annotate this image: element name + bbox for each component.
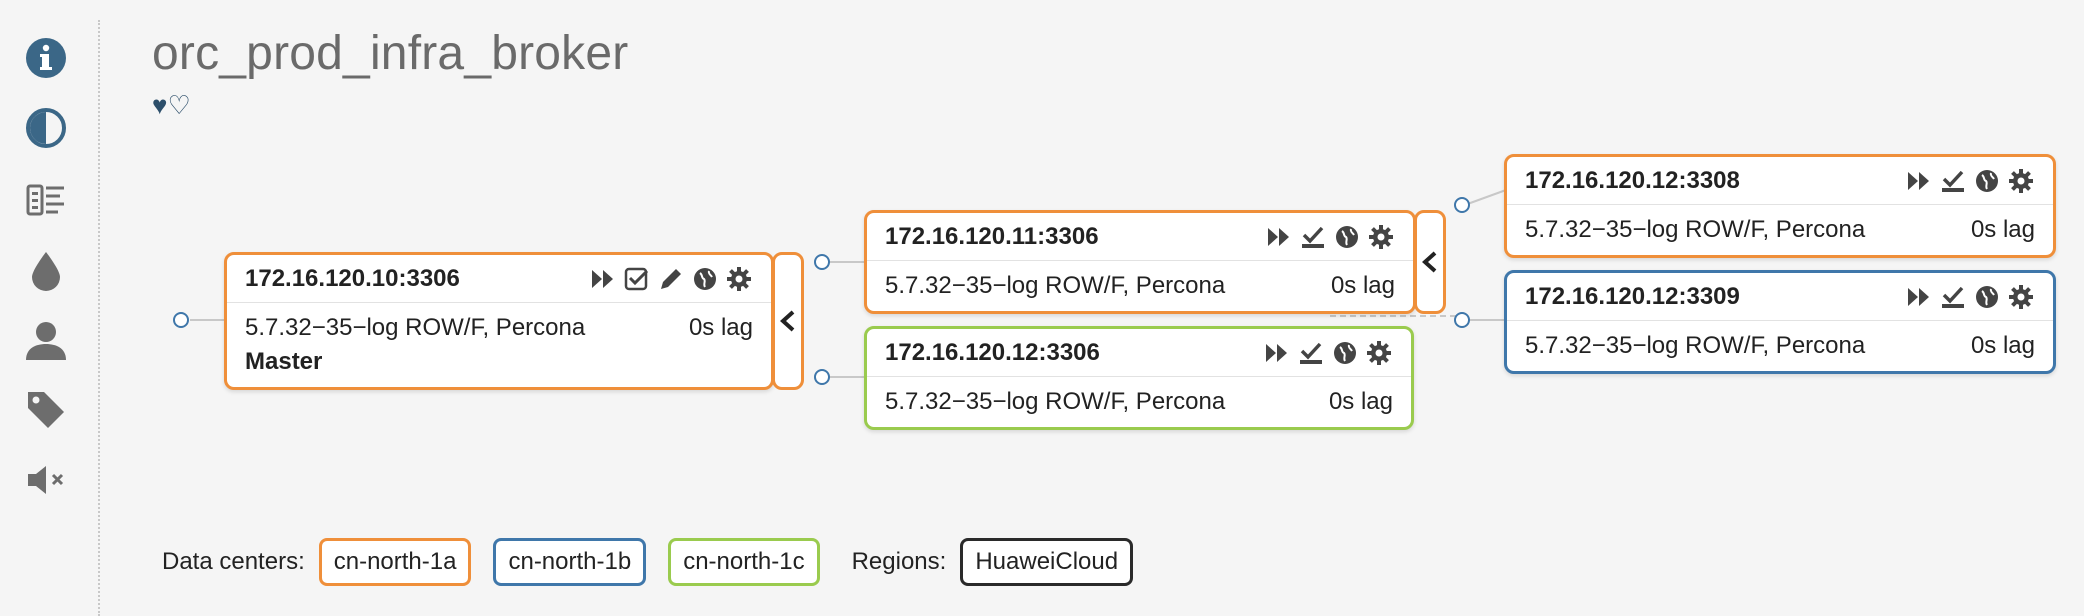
check-square-icon[interactable] xyxy=(623,265,651,293)
instance-header: 172.16.120.12:3309 xyxy=(1507,273,2053,321)
replica-port[interactable] xyxy=(1454,312,1470,328)
globe-icon[interactable] xyxy=(1973,283,2001,311)
instance-box[interactable]: 172.16.120.12:3306 5.7.32−35−log ROW/F, … xyxy=(864,326,1414,430)
favorite-empty-icon[interactable]: ♡ xyxy=(167,90,190,120)
contrast-icon[interactable] xyxy=(22,104,70,152)
dc-chip-cn-north-1c[interactable]: cn-north-1c xyxy=(668,538,820,586)
fast-forward-icon[interactable] xyxy=(589,265,617,293)
gear-icon[interactable] xyxy=(2007,167,2035,195)
legend: Data centers: cn-north-1a cn-north-1b cn… xyxy=(162,538,1155,586)
instance-version: 5.7.32−35−log ROW/F, Percona xyxy=(245,314,586,341)
cluster-title: orc_prod_infra_broker xyxy=(152,27,629,80)
region-chip-huaweicloud[interactable]: HuaweiCloud xyxy=(960,538,1134,586)
tag-icon[interactable] xyxy=(22,386,70,434)
globe-icon[interactable] xyxy=(1331,339,1359,367)
instance-body: 5.7.32−35−log ROW/F, Percona 0s lag xyxy=(1507,205,2053,247)
instance-body: 5.7.32−35−log ROW/F, Percona 0s lag Maste… xyxy=(227,303,771,379)
download-check-icon[interactable] xyxy=(1297,339,1325,367)
replica-port[interactable] xyxy=(814,369,830,385)
favorite-toggle: ♥♡ xyxy=(152,92,191,118)
instance-header: 172.16.120.10:3306 xyxy=(227,255,771,303)
globe-icon[interactable] xyxy=(1973,167,2001,195)
replica-port[interactable] xyxy=(1454,197,1470,213)
master-port[interactable] xyxy=(173,312,189,328)
instance-body: 5.7.32−35−log ROW/F, Percona 0s lag xyxy=(867,261,1413,303)
download-check-icon[interactable] xyxy=(1939,167,1967,195)
regions-label: Regions: xyxy=(851,548,947,575)
gear-icon[interactable] xyxy=(2007,283,2035,311)
instance-version: 5.7.32−35−log ROW/F, Percona xyxy=(1525,332,1866,359)
instance-box[interactable]: 172.16.120.12:3308 5.7.32−35−log ROW/F, … xyxy=(1504,154,2056,258)
collapse-toggle[interactable] xyxy=(772,252,804,390)
chevron-left-icon xyxy=(1422,251,1437,273)
fast-forward-icon[interactable] xyxy=(1905,167,1933,195)
replica-port[interactable] xyxy=(814,254,830,270)
instance-address: 172.16.120.12:3306 xyxy=(885,338,1100,366)
instance-box-master[interactable]: 172.16.120.10:3306 5.7.32−35−log ROW/F, … xyxy=(224,252,774,390)
gear-icon[interactable] xyxy=(1367,223,1395,251)
instance-address: 172.16.120.12:3309 xyxy=(1525,282,1740,310)
mute-icon[interactable] xyxy=(22,456,70,504)
info-icon[interactable] xyxy=(22,34,70,82)
instance-address: 172.16.120.10:3306 xyxy=(245,264,460,292)
instance-version: 5.7.32−35−log ROW/F, Percona xyxy=(885,388,1226,415)
sidebar-divider xyxy=(98,20,100,616)
download-check-icon[interactable] xyxy=(1939,283,1967,311)
fast-forward-icon[interactable] xyxy=(1905,283,1933,311)
instance-lag: 0s lag xyxy=(1970,332,2035,359)
favorite-filled-icon[interactable]: ♥ xyxy=(152,90,167,120)
instance-version: 5.7.32−35−log ROW/F, Percona xyxy=(1525,216,1866,243)
dc-chip-cn-north-1a[interactable]: cn-north-1a xyxy=(318,538,472,586)
pencil-icon[interactable] xyxy=(657,265,685,293)
globe-icon[interactable] xyxy=(1333,223,1361,251)
user-icon[interactable] xyxy=(22,316,70,364)
fast-forward-icon[interactable] xyxy=(1263,339,1291,367)
instance-box[interactable]: 172.16.120.11:3306 5.7.32−35−log ROW/F, … xyxy=(864,210,1416,314)
instance-lag: 0s lag xyxy=(1330,272,1395,299)
instance-lag: 0s lag xyxy=(688,314,753,341)
instance-box[interactable]: 172.16.120.12:3309 5.7.32−35−log ROW/F, … xyxy=(1504,270,2056,374)
chevron-left-icon xyxy=(780,310,795,332)
instance-body: 5.7.32−35−log ROW/F, Percona 0s lag xyxy=(867,377,1411,419)
gear-icon[interactable] xyxy=(1365,339,1393,367)
instance-header: 172.16.120.12:3306 xyxy=(867,329,1411,377)
globe-icon[interactable] xyxy=(691,265,719,293)
instance-body: 5.7.32−35−log ROW/F, Percona 0s lag xyxy=(1507,321,2053,363)
instance-lag: 0s lag xyxy=(1970,216,2035,243)
instance-role: Master xyxy=(245,348,323,375)
instance-address: 172.16.120.11:3306 xyxy=(885,222,1099,250)
list-icon[interactable] xyxy=(22,176,70,224)
dc-chip-cn-north-1b[interactable]: cn-north-1b xyxy=(493,538,647,586)
sidebar xyxy=(0,0,100,616)
download-check-icon[interactable] xyxy=(1299,223,1327,251)
fast-forward-icon[interactable] xyxy=(1265,223,1293,251)
data-centers-label: Data centers: xyxy=(162,548,305,575)
instance-version: 5.7.32−35−log ROW/F, Percona xyxy=(885,272,1226,299)
collapse-toggle[interactable] xyxy=(1414,210,1446,314)
gear-icon[interactable] xyxy=(725,265,753,293)
instance-address: 172.16.120.12:3308 xyxy=(1525,166,1740,194)
instance-header: 172.16.120.12:3308 xyxy=(1507,157,2053,205)
instance-lag: 0s lag xyxy=(1328,388,1393,415)
instance-header: 172.16.120.11:3306 xyxy=(867,213,1413,261)
drop-icon[interactable] xyxy=(22,246,70,294)
